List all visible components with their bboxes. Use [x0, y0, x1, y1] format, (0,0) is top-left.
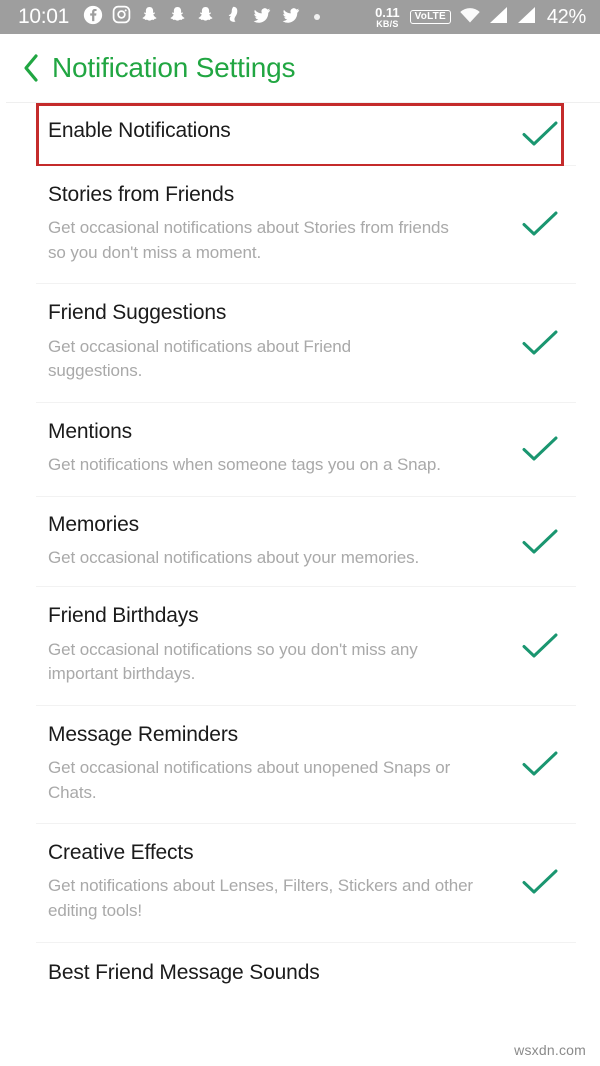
wifi-icon — [459, 6, 481, 29]
status-bar-clock: 10:01 — [18, 5, 70, 28]
list-item-message-reminders[interactable]: Message Reminders Get occasional notific… — [0, 705, 600, 824]
list-item-creative-effects[interactable]: Creative Effects Get notifications about… — [0, 824, 600, 942]
list-item-text: Friend Suggestions Get occasional notifi… — [48, 301, 498, 383]
list-item-description: Get occasional notifications about unope… — [48, 757, 451, 802]
snapchat-icon — [196, 5, 215, 29]
snapchat-ghost-icon — [224, 5, 243, 29]
list-item-enable-notifications[interactable]: Enable Notifications — [0, 103, 600, 165]
toggle-check-enable-notifications[interactable] — [498, 119, 582, 149]
list-item-description: Get occasional notifications so you don'… — [48, 639, 418, 684]
snapchat-icon — [168, 5, 187, 29]
toggle-check-message-reminders[interactable] — [498, 749, 582, 779]
watermark: wsxdn.com — [514, 1042, 586, 1058]
status-bar: 10:01 0.11 KB/S VoLTE 42% — [0, 0, 600, 34]
chevron-left-icon[interactable] — [16, 49, 46, 87]
network-speed-unit: KB/S — [376, 18, 399, 29]
volte-badge: VoLTE — [409, 9, 451, 25]
list-item-text: Best Friend Message Sounds — [48, 961, 498, 985]
toggle-check-mentions[interactable] — [498, 434, 582, 464]
twitter-icon — [252, 5, 272, 30]
battery-percent: 42% — [546, 5, 586, 28]
list-item-text: Message Reminders Get occasional notific… — [48, 723, 498, 805]
list-item-mentions[interactable]: Mentions Get notifications when someone … — [0, 402, 600, 496]
toggle-check-creative-effects[interactable] — [498, 867, 582, 897]
list-item-description: Get occasional notifications about Stori… — [48, 218, 449, 262]
list-item-title: Memories — [48, 512, 139, 536]
status-bar-system-icons: 0.11 KB/S VoLTE 42% — [375, 6, 586, 29]
list-item-title: Creative Effects — [48, 841, 194, 865]
list-item-friend-birthdays[interactable]: Friend Birthdays Get occasional notifica… — [0, 587, 600, 705]
notification-settings-list: Enable Notifications Stories from Friend… — [0, 103, 600, 1001]
list-item-title: Stories from Friends — [48, 183, 235, 206]
list-item-description: Get notifications about Lenses, Filters,… — [48, 876, 473, 921]
toggle-check-friend-suggestions[interactable] — [498, 328, 582, 358]
toggle-check-memories[interactable] — [498, 527, 582, 557]
facebook-icon — [83, 5, 103, 30]
list-item-title: Message Reminders — [48, 722, 239, 746]
list-item-text: Stories from Friends Get occasional noti… — [48, 183, 498, 265]
list-item-best-friend-message-sounds[interactable]: Best Friend Message Sounds — [0, 942, 600, 1001]
list-item-title: Friend Birthdays — [48, 604, 199, 628]
list-item-text: Mentions Get notifications when someone … — [48, 420, 498, 478]
app-header: Notification Settings — [0, 34, 600, 102]
list-item-text: Creative Effects Get notifications about… — [48, 841, 498, 923]
list-item-memories[interactable]: Memories Get occasional notifications ab… — [0, 496, 600, 587]
list-item-text: Friend Birthdays Get occasional notifica… — [48, 604, 498, 686]
twitter-icon — [281, 5, 301, 30]
page-title: Notification Settings — [52, 52, 296, 83]
list-item-text: Memories Get occasional notifications ab… — [48, 513, 498, 571]
signal-bars-icon — [517, 6, 537, 29]
list-item-title: Enable Notifications — [48, 119, 231, 142]
network-speed-value: 0.11 — [375, 4, 400, 20]
signal-bars-icon — [489, 6, 509, 29]
dot-indicator-icon — [314, 14, 321, 20]
list-item-stories-from-friends[interactable]: Stories from Friends Get occasional noti… — [0, 166, 600, 284]
toggle-check-stories-from-friends[interactable] — [498, 209, 582, 239]
snapchat-icon — [140, 5, 159, 29]
status-bar-notification-icons — [83, 5, 324, 30]
list-item-title: Mentions — [48, 419, 133, 443]
list-item-description: Get notifications when someone tags you … — [48, 454, 441, 474]
instagram-icon — [112, 5, 131, 29]
list-item-title: Friend Suggestions — [48, 301, 227, 325]
list-item-title: Best Friend Message Sounds — [48, 960, 320, 984]
list-item-friend-suggestions[interactable]: Friend Suggestions Get occasional notifi… — [0, 284, 600, 402]
list-item-description: Get occasional notifications about Frien… — [48, 336, 352, 381]
list-item-text: Enable Notifications — [48, 119, 498, 143]
toggle-check-friend-birthdays[interactable] — [498, 631, 582, 661]
list-item-description: Get occasional notifications about your … — [48, 547, 420, 567]
network-speed-indicator: 0.11 KB/S — [375, 6, 400, 29]
